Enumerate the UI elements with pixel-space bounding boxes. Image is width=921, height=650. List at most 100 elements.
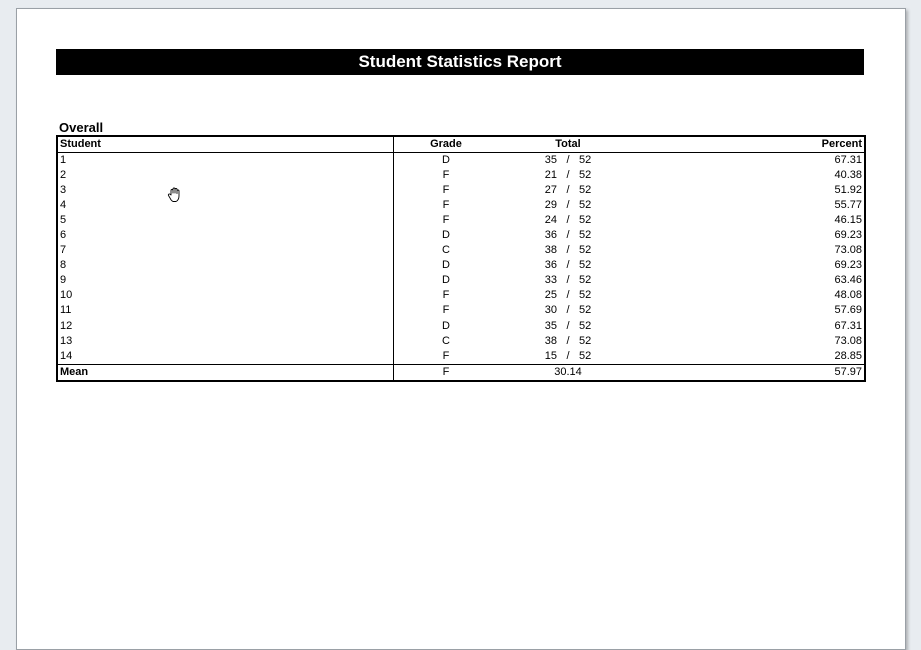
total-score: 38: [544, 334, 557, 347]
student-grade: C: [442, 244, 450, 257]
table-row: 7 C 38 / 52 73.08: [58, 243, 864, 259]
total-separator: /: [566, 229, 570, 242]
mean-total: 30.14: [554, 365, 582, 378]
total-separator: /: [566, 244, 570, 257]
student-percent: 69.23: [834, 229, 862, 242]
student-grade: C: [442, 334, 450, 347]
header-percent: Percent: [821, 138, 862, 150]
mean-total-cell: 30.14: [498, 365, 638, 380]
student-total: 35 / 52: [498, 319, 638, 334]
student-percent: 57.69: [834, 304, 862, 317]
hand-grab-cursor-icon: [167, 187, 180, 202]
total-score: 24: [544, 214, 557, 227]
student-id: 1: [58, 153, 394, 169]
student-total: 35 / 52: [498, 153, 638, 168]
student-id: 9: [58, 273, 394, 289]
student-grade: D: [442, 319, 450, 332]
student-percent: 69.23: [834, 259, 862, 272]
total-max: 52: [579, 349, 592, 362]
student-grade: F: [442, 349, 450, 362]
total-score: 36: [544, 229, 557, 242]
total-max: 52: [579, 259, 592, 272]
table-row: 14 F 15 / 52 28.85: [58, 348, 864, 364]
table-row: 2 F 21 / 52 40.38: [58, 168, 864, 184]
total-max: 52: [579, 199, 592, 212]
student-percent: 67.31: [834, 319, 862, 332]
student-total: 25 / 52: [498, 288, 638, 303]
student-id: 12: [58, 318, 394, 334]
student-grade: D: [442, 154, 450, 166]
student-id: 10: [58, 288, 394, 304]
student-percent: 46.15: [834, 214, 862, 227]
mean-row: Mean F 30.14 57.97: [58, 363, 864, 380]
total-separator: /: [566, 274, 570, 287]
header-total: Total: [555, 138, 581, 150]
total-score: 15: [544, 349, 557, 362]
total-max: 52: [579, 214, 592, 227]
student-id: 6: [58, 228, 394, 244]
student-grade: F: [442, 199, 450, 212]
report-page: Student Statistics Report Overall Studen…: [16, 8, 906, 650]
student-grade: F: [442, 184, 450, 197]
total-score: 25: [544, 289, 557, 302]
mean-percent: 57.97: [834, 365, 862, 378]
student-total: 38 / 52: [498, 243, 638, 258]
total-separator: /: [566, 214, 570, 227]
total-score: 29: [544, 199, 557, 212]
student-percent: 67.31: [834, 154, 862, 166]
total-score: 38: [544, 244, 557, 257]
table-row: 13 C 38 / 52 73.08: [58, 333, 864, 349]
student-id: 13: [58, 333, 394, 349]
table-header-row: Student Grade Total Percent: [58, 137, 864, 153]
total-separator: /: [566, 169, 570, 182]
student-total: 21 / 52: [498, 168, 638, 183]
student-id: 5: [58, 213, 394, 229]
student-percent: 40.38: [834, 169, 862, 182]
student-total: 29 / 52: [498, 198, 638, 213]
total-score: 35: [544, 319, 557, 332]
table-row: 1 D 35 / 52 67.31: [58, 153, 864, 169]
student-total: 24 / 52: [498, 213, 638, 228]
table-row: 8 D 36 / 52 69.23: [58, 258, 864, 274]
section-label-overall: Overall: [59, 120, 104, 135]
total-score: 35: [544, 154, 557, 166]
student-total: 30 / 52: [498, 303, 638, 318]
total-separator: /: [566, 199, 570, 212]
table-body: 1 D 35 / 52 67.31 2 F 21 / 52 40.38 3 F 27 / 52 51.92 4 F 29…: [58, 153, 864, 364]
total-max: 52: [579, 244, 592, 257]
student-id: 4: [58, 198, 394, 214]
table-row: 9 D 33 / 52 63.46: [58, 273, 864, 289]
total-max: 52: [579, 319, 592, 332]
total-separator: /: [566, 304, 570, 317]
total-max: 52: [579, 169, 592, 182]
total-max: 52: [579, 304, 592, 317]
student-percent: 55.77: [834, 199, 862, 212]
total-separator: /: [566, 349, 570, 362]
total-separator: /: [566, 289, 570, 302]
student-grade: D: [442, 259, 450, 272]
student-total: 36 / 52: [498, 228, 638, 243]
total-max: 52: [579, 289, 592, 302]
student-id: 3: [58, 183, 394, 199]
total-max: 52: [579, 274, 592, 287]
student-total: 36 / 52: [498, 258, 638, 273]
total-separator: /: [566, 154, 570, 166]
student-id: 8: [58, 258, 394, 274]
student-total: 27 / 52: [498, 183, 638, 198]
student-grade: D: [442, 229, 450, 242]
table-row: 5 F 24 / 52 46.15: [58, 213, 864, 229]
student-percent: 73.08: [834, 334, 862, 347]
table-row: 11 F 30 / 52 57.69: [58, 303, 864, 319]
total-score: 21: [544, 169, 557, 182]
total-max: 52: [579, 334, 592, 347]
student-id: 14: [58, 348, 394, 364]
total-score: 36: [544, 259, 557, 272]
total-max: 52: [579, 154, 592, 166]
student-id: 2: [58, 168, 394, 184]
student-percent: 51.92: [834, 184, 862, 197]
table-row: 6 D 36 / 52 69.23: [58, 228, 864, 244]
student-percent: 63.46: [834, 274, 862, 287]
student-id: 7: [58, 243, 394, 259]
student-grade: D: [442, 274, 450, 287]
total-separator: /: [566, 319, 570, 332]
